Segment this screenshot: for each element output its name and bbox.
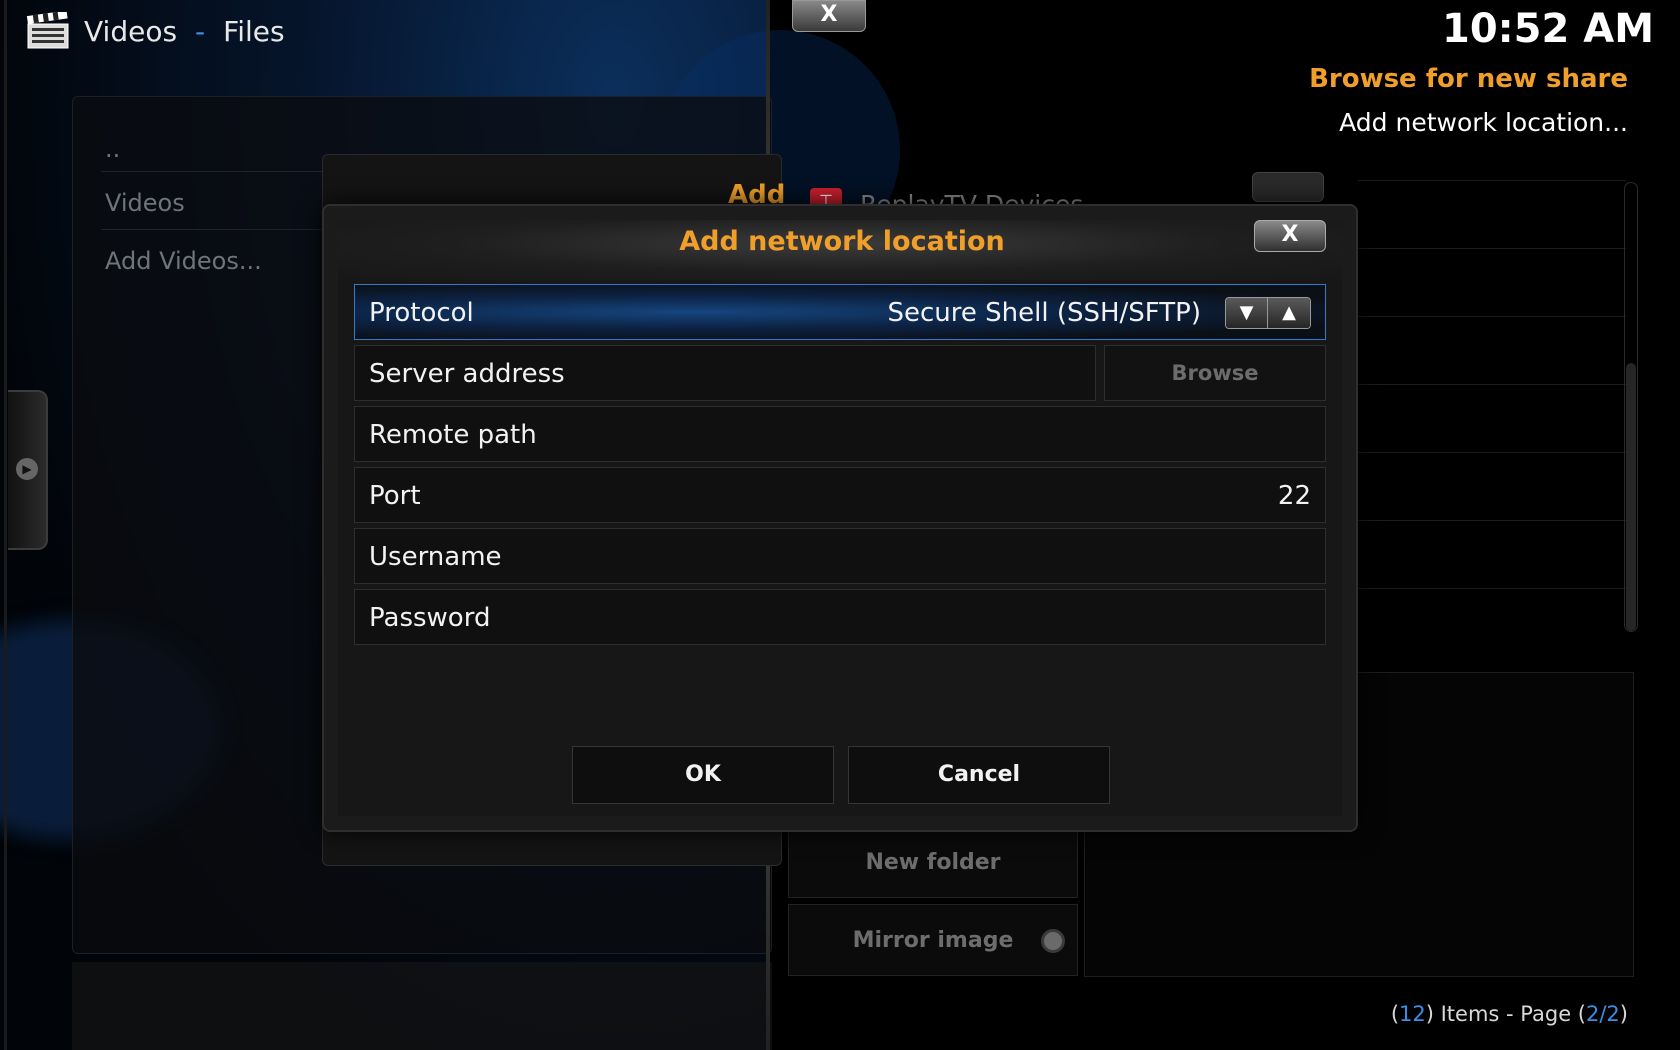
server-address-field[interactable]: Server address [354,345,1096,401]
protocol-spinner[interactable]: Protocol Secure Shell (SSH/SFTP) ▼ ▲ [354,284,1326,340]
mirror-image-label: Mirror image [852,927,1014,953]
port-label: Port [369,481,421,511]
top-close-button[interactable]: X [792,0,866,32]
share-list [1358,180,1626,660]
context-subtitle: Add network location... [1339,108,1628,137]
clock: 10:52 AM [1441,6,1654,52]
remote-path-label: Remote path [369,420,537,450]
server-address-label: Server address [369,359,565,389]
arrow-up-icon[interactable]: ▲ [1268,298,1310,328]
file-item-videos[interactable]: Videos [105,189,185,217]
dialog-title: Add network location [679,226,1005,257]
list-divider [1358,452,1626,453]
paren: ) [1619,1002,1628,1026]
protocol-label: Protocol [369,298,474,328]
dialog-close-button[interactable]: X [1254,220,1326,252]
add-network-location-dialog: Add network location X Protocol Secure S… [322,204,1358,832]
radio-indicator-icon [1041,929,1065,953]
header-separator: - [195,14,206,48]
context-title: Browse for new share [1309,64,1628,94]
port-value: 22 [1277,481,1311,511]
paren: ( [1390,1002,1400,1026]
window-header: Videos - Files [26,12,285,50]
username-field[interactable]: Username [354,528,1326,584]
list-divider [1358,248,1626,249]
file-item-parent[interactable]: .. [105,135,120,163]
username-label: Username [369,542,502,572]
browse-button[interactable]: Browse [1104,345,1326,401]
protocol-value: Secure Shell (SSH/SFTP) [887,298,1201,328]
header-subsection: Files [223,14,285,48]
arrow-down-icon[interactable]: ▼ [1226,298,1269,328]
port-field[interactable]: Port 22 [354,467,1326,523]
scrollbar[interactable] [1624,182,1638,632]
cancel-button[interactable]: Cancel [848,746,1110,804]
items-label: ) Items - Page ( [1425,1002,1586,1026]
header-section: Videos [84,14,178,48]
list-divider [1358,384,1626,385]
remote-path-field[interactable]: Remote path [354,406,1326,462]
new-folder-button[interactable]: New folder [788,826,1078,898]
list-divider [1358,520,1626,521]
list-divider [1358,588,1626,589]
scrollbar-thumb[interactable] [1626,363,1636,631]
page-indicator: 2/2 [1586,1002,1620,1026]
item-count: 12 [1399,1002,1426,1026]
items-page-info: (12) Items - Page (2/2) [1391,1002,1628,1026]
password-label: Password [369,603,491,633]
chevron-right-icon: ▶ [16,458,38,480]
side-menu-tab[interactable]: ▶ [8,390,48,550]
ok-button[interactable]: OK [572,746,834,804]
bottom-bar [72,962,772,1050]
list-divider [1358,316,1626,317]
protocol-spin-control: ▼ ▲ [1225,297,1311,329]
mirror-image-toggle[interactable]: Mirror image [788,904,1078,976]
background-close-button [1252,172,1324,202]
password-field[interactable]: Password [354,589,1326,645]
left-edge [4,0,7,1050]
file-item-add-videos[interactable]: Add Videos... [105,247,262,275]
film-clapper-icon [26,12,69,49]
list-divider [1358,180,1626,181]
